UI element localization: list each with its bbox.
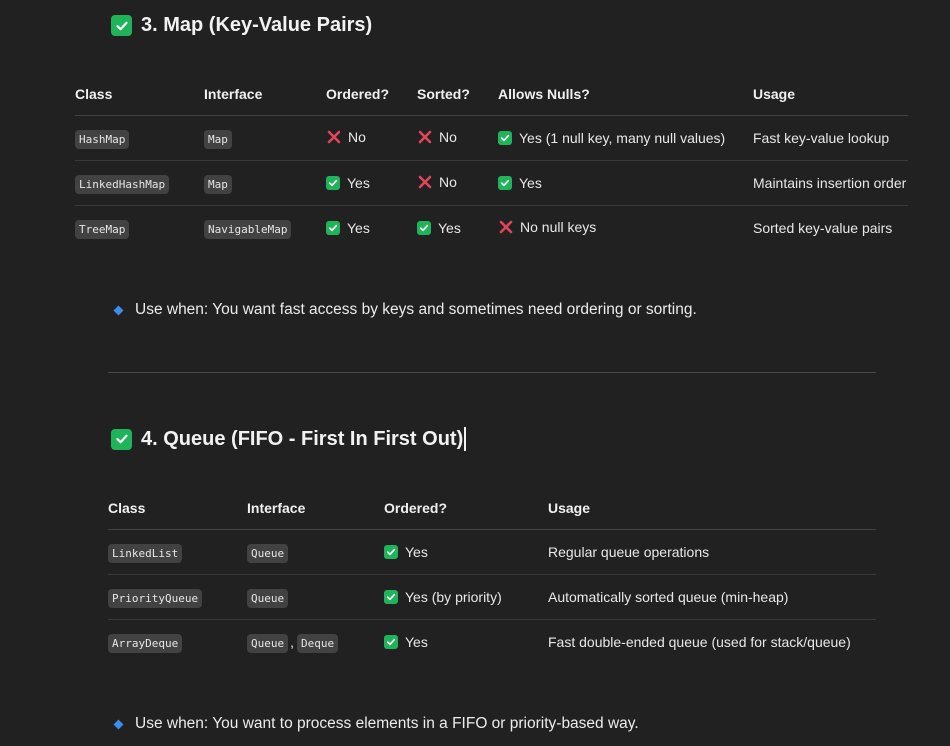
usage-value: Maintains insertion order [753,160,908,206]
check-box-icon [498,131,512,145]
header-interface: Interface [247,486,384,530]
map-table-header: Class Interface Ordered? Sorted? Allows … [75,72,908,116]
nulls-value: No null keys [520,219,597,235]
check-box-icon [111,428,132,450]
header-ordered: Ordered? [384,486,548,530]
class-code: TreeMap [75,220,130,239]
check-box-icon [111,15,132,36]
section-divider [108,372,876,373]
queue-table: Class Interface Ordered? Usage LinkedLis… [108,486,876,664]
check-box-icon [384,635,398,649]
nulls-value: Yes [519,175,542,191]
interface-code: Map [204,130,232,149]
nulls-value: Yes (1 null key, many null values) [519,130,726,146]
blue-diamond-icon [113,305,124,315]
check-box-icon [384,590,398,604]
ordered-value: Yes [347,175,370,191]
table-row: ArrayDeque Queue, Deque Yes Fast double-e… [108,620,876,665]
header-ordered: Ordered? [326,72,417,116]
check-box-icon [384,545,398,559]
queue-section-title[interactable]: 4. Queue (FIFO - First In First Out) [141,428,463,451]
interface-code: Map [204,175,232,194]
header-usage: Usage [548,486,876,530]
header-class: Class [75,72,204,116]
table-row: PriorityQueue Queue Yes (by priority) Au… [108,574,876,620]
map-section-heading: 3. Map (Key-Value Pairs) [111,14,372,37]
cross-mark-icon [417,175,432,190]
usage-value: Fast key-value lookup [753,115,908,161]
table-row: LinkedList Queue Yes Regular queue opera… [108,529,876,575]
class-code: ArrayDeque [108,634,183,653]
cross-mark-icon [498,220,513,235]
chat-response-page: 3. Map (Key-Value Pairs) Class Interface… [0,0,950,746]
table-row: TreeMap NavigableMap Yes Yes No null key… [75,206,908,251]
header-interface: Interface [204,72,326,116]
interface-code: NavigableMap [204,220,292,239]
map-section-title: 3. Map (Key-Value Pairs) [141,14,373,36]
check-box-icon [326,221,340,235]
class-code: LinkedHashMap [75,175,170,194]
interface-code: Queue [247,634,289,653]
interface-separator: , [290,634,295,650]
ordered-value: Yes (by priority) [405,589,502,605]
ordered-value: No [348,129,366,145]
sorted-value: No [439,174,457,190]
check-box-icon [326,176,340,190]
interface-code: Queue [247,544,289,563]
usage-value: Regular queue operations [548,529,876,575]
interface-code: Deque [297,634,339,653]
map-note-text: Use when: You want fast access by keys a… [135,301,697,318]
class-code: HashMap [75,130,130,149]
table-row: HashMap Map No No Yes (1 null key, many … [75,115,908,161]
ordered-value: Yes [405,544,428,560]
map-usage-note: Use when: You want fast access by keys a… [113,301,697,319]
blue-diamond-icon [113,719,124,729]
interface-code: Queue [247,589,289,608]
usage-value: Fast double-ended queue (used for stack/… [548,634,851,650]
text-cursor [464,427,466,451]
cross-mark-icon [417,130,432,145]
table-row: LinkedHashMap Map Yes No Yes Maintains i… [75,160,908,206]
ordered-value: Yes [347,220,370,236]
sorted-value: No [439,129,457,145]
header-class: Class [108,486,247,530]
queue-usage-note: Use when: You want to process elements i… [113,715,639,733]
header-usage: Usage [753,72,908,116]
class-code: LinkedList [108,544,183,563]
sorted-value: Yes [438,220,461,236]
map-table: Class Interface Ordered? Sorted? Allows … [75,72,908,250]
class-code: PriorityQueue [108,589,203,608]
header-allows-nulls: Allows Nulls? [498,72,753,116]
queue-note-text: Use when: You want to process elements i… [135,715,639,732]
usage-value: Automatically sorted queue (min-heap) [548,574,876,620]
queue-table-header: Class Interface Ordered? Usage [108,486,876,530]
ordered-value: Yes [405,634,428,650]
queue-section-heading: 4. Queue (FIFO - First In First Out) [111,427,466,451]
usage-value: Sorted key-value pairs [753,220,893,236]
header-sorted: Sorted? [417,72,498,116]
check-box-icon [417,221,431,235]
check-box-icon [498,176,512,190]
cross-mark-icon [326,130,341,145]
